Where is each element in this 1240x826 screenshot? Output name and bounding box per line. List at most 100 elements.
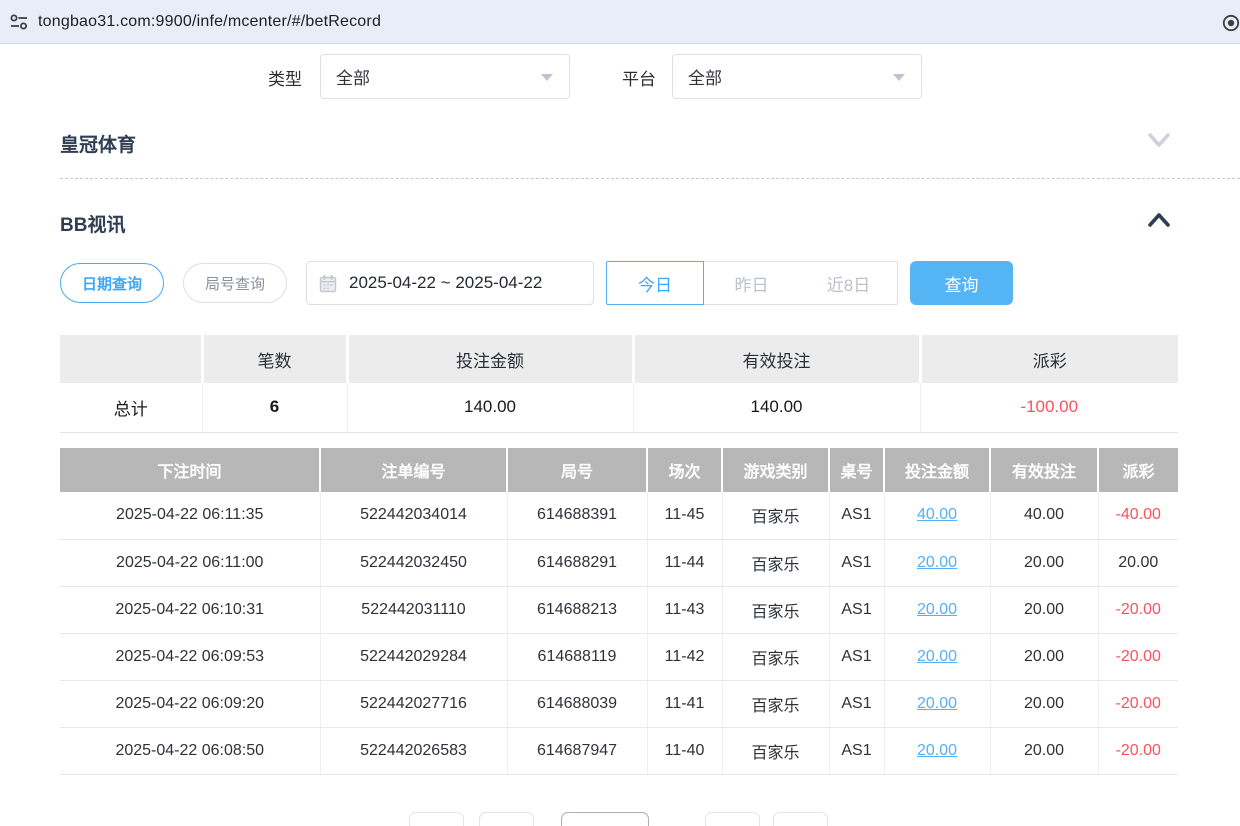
slip-number-cell: 522442034014 [320, 492, 507, 539]
bet-amount-link[interactable]: 40.00 [917, 506, 957, 523]
header-table-number: 桌号 [829, 448, 884, 492]
session-cell: 11-41 [647, 680, 722, 727]
search-button[interactable]: 查询 [910, 261, 1013, 305]
yesterday-button[interactable]: 昨日 [703, 261, 801, 305]
summary-total-label: 总计 [60, 383, 202, 432]
header-session: 场次 [647, 448, 722, 492]
filter-row: 类型 全部 平台 全部 [0, 54, 1240, 99]
chevron-down-icon [893, 74, 905, 81]
summary-valid-bet-value: 140.00 [633, 383, 920, 432]
payout-cell: -40.00 [1098, 492, 1178, 539]
payout-cell: -20.00 [1098, 633, 1178, 680]
header-bet-time: 下注时间 [60, 448, 320, 492]
table-number-cell: AS1 [829, 727, 884, 774]
target-icon[interactable] [1220, 12, 1240, 34]
table-number-cell: AS1 [829, 492, 884, 539]
slip-number-cell: 522442027716 [320, 680, 507, 727]
type-filter-label: 类型 [268, 65, 302, 90]
section-title-crown-sports: 皇冠体育 [60, 130, 136, 157]
date-query-tab[interactable]: 日期查询 [60, 263, 164, 303]
round-number-cell: 614688213 [507, 586, 647, 633]
payout-cell: -20.00 [1098, 727, 1178, 774]
summary-total-row: 总计 6 140.00 140.00 -100.00 [60, 383, 1178, 432]
summary-bet-amount-value: 140.00 [347, 383, 633, 432]
bet-record-table: 下注时间 注单编号 局号 场次 游戏类别 桌号 投注金额 有效投注 派彩 202… [60, 448, 1178, 775]
bet-amount-link[interactable]: 20.00 [917, 648, 957, 665]
bet-amount-link[interactable]: 20.00 [917, 601, 957, 618]
chevron-down-icon[interactable] [1144, 128, 1174, 152]
summary-header-row: 笔数 投注金额 有效投注 派彩 [60, 335, 1178, 383]
table-number-cell: AS1 [829, 633, 884, 680]
bet-time-cell: 2025-04-22 06:08:50 [60, 727, 320, 774]
header-valid-bet: 有效投注 [990, 448, 1098, 492]
header-payout: 派彩 [1098, 448, 1178, 492]
bet-record-page: tongbao31.com:9900/infe/mcenter/#/betRec… [0, 0, 1240, 826]
bet-amount-cell: 20.00 [884, 633, 990, 680]
summary-header-empty [60, 335, 202, 383]
slip-number-cell: 522442029284 [320, 633, 507, 680]
slip-number-cell: 522442031110 [320, 586, 507, 633]
summary-header-bet-amount: 投注金额 [347, 335, 633, 383]
bet-amount-link[interactable]: 20.00 [917, 695, 957, 712]
summary-header-payout: 派彩 [920, 335, 1178, 383]
browser-address-bar[interactable]: tongbao31.com:9900/infe/mcenter/#/betRec… [0, 0, 1240, 44]
date-range-input[interactable]: 2025-04-22 ~ 2025-04-22 [306, 261, 594, 305]
round-number-cell: 614688391 [507, 492, 647, 539]
payout-cell: 20.00 [1098, 539, 1178, 586]
bet-amount-link[interactable]: 20.00 [917, 742, 957, 759]
table-row: 2025-04-22 06:10:31522442031110614688213… [60, 586, 1178, 633]
bet-time-cell: 2025-04-22 06:10:31 [60, 586, 320, 633]
valid-bet-cell: 20.00 [990, 727, 1098, 774]
table-row: 2025-04-22 06:11:00522442032450614688291… [60, 539, 1178, 586]
session-cell: 11-42 [647, 633, 722, 680]
valid-bet-cell: 40.00 [990, 492, 1098, 539]
game-type-cell: 百家乐 [722, 539, 829, 586]
bet-amount-cell: 20.00 [884, 586, 990, 633]
pagination-last-button[interactable]: » [773, 812, 828, 826]
slip-number-cell: 522442032450 [320, 539, 507, 586]
session-cell: 11-44 [647, 539, 722, 586]
valid-bet-cell: 20.00 [990, 633, 1098, 680]
bet-time-cell: 2025-04-22 06:11:00 [60, 539, 320, 586]
chevron-up-icon[interactable] [1144, 208, 1174, 232]
table-row: 2025-04-22 06:09:20522442027716614688039… [60, 680, 1178, 727]
bet-amount-link[interactable]: 20.00 [917, 554, 957, 571]
pagination-current-page[interactable]: 1 [561, 812, 649, 826]
url-text[interactable]: tongbao31.com:9900/infe/mcenter/#/betRec… [38, 13, 381, 31]
table-row: 2025-04-22 06:09:53522442029284614688119… [60, 633, 1178, 680]
session-cell: 11-43 [647, 586, 722, 633]
pagination-first-button[interactable]: « [409, 812, 464, 826]
summary-header-count: 笔数 [202, 335, 347, 383]
session-cell: 11-45 [647, 492, 722, 539]
table-row: 2025-04-22 06:11:35522442034014614688391… [60, 492, 1178, 539]
summary-header-valid-bet: 有效投注 [633, 335, 920, 383]
date-range-value: 2025-04-22 ~ 2025-04-22 [349, 273, 542, 293]
game-type-cell: 百家乐 [722, 680, 829, 727]
platform-select[interactable]: 全部 [672, 54, 922, 99]
bet-amount-cell: 40.00 [884, 492, 990, 539]
type-select-value: 全部 [336, 64, 370, 89]
last-8-days-button[interactable]: 近8日 [800, 261, 898, 305]
bet-time-cell: 2025-04-22 06:11:35 [60, 492, 320, 539]
bet-amount-cell: 20.00 [884, 727, 990, 774]
platform-select-value: 全部 [688, 64, 722, 89]
round-query-tab[interactable]: 局号查询 [183, 263, 287, 303]
bet-time-cell: 2025-04-22 06:09:53 [60, 633, 320, 680]
type-select[interactable]: 全部 [320, 54, 570, 99]
game-type-cell: 百家乐 [722, 492, 829, 539]
payout-cell: -20.00 [1098, 586, 1178, 633]
round-number-cell: 614688291 [507, 539, 647, 586]
pagination-prev-button[interactable]: ‹ [479, 812, 534, 826]
calendar-icon [319, 274, 337, 293]
bet-time-cell: 2025-04-22 06:09:20 [60, 680, 320, 727]
round-number-cell: 614688119 [507, 633, 647, 680]
today-button[interactable]: 今日 [606, 261, 704, 305]
header-slip-number: 注单编号 [320, 448, 507, 492]
bet-table-header-row: 下注时间 注单编号 局号 场次 游戏类别 桌号 投注金额 有效投注 派彩 [60, 448, 1178, 492]
summary-count-value: 6 [202, 383, 347, 432]
site-settings-icon[interactable] [0, 12, 38, 32]
bet-amount-cell: 20.00 [884, 680, 990, 727]
section-title-bb-video: BB视讯 [60, 210, 125, 237]
bet-table-body: 2025-04-22 06:11:35522442034014614688391… [60, 492, 1178, 774]
pagination-next-button[interactable]: › [705, 812, 760, 826]
